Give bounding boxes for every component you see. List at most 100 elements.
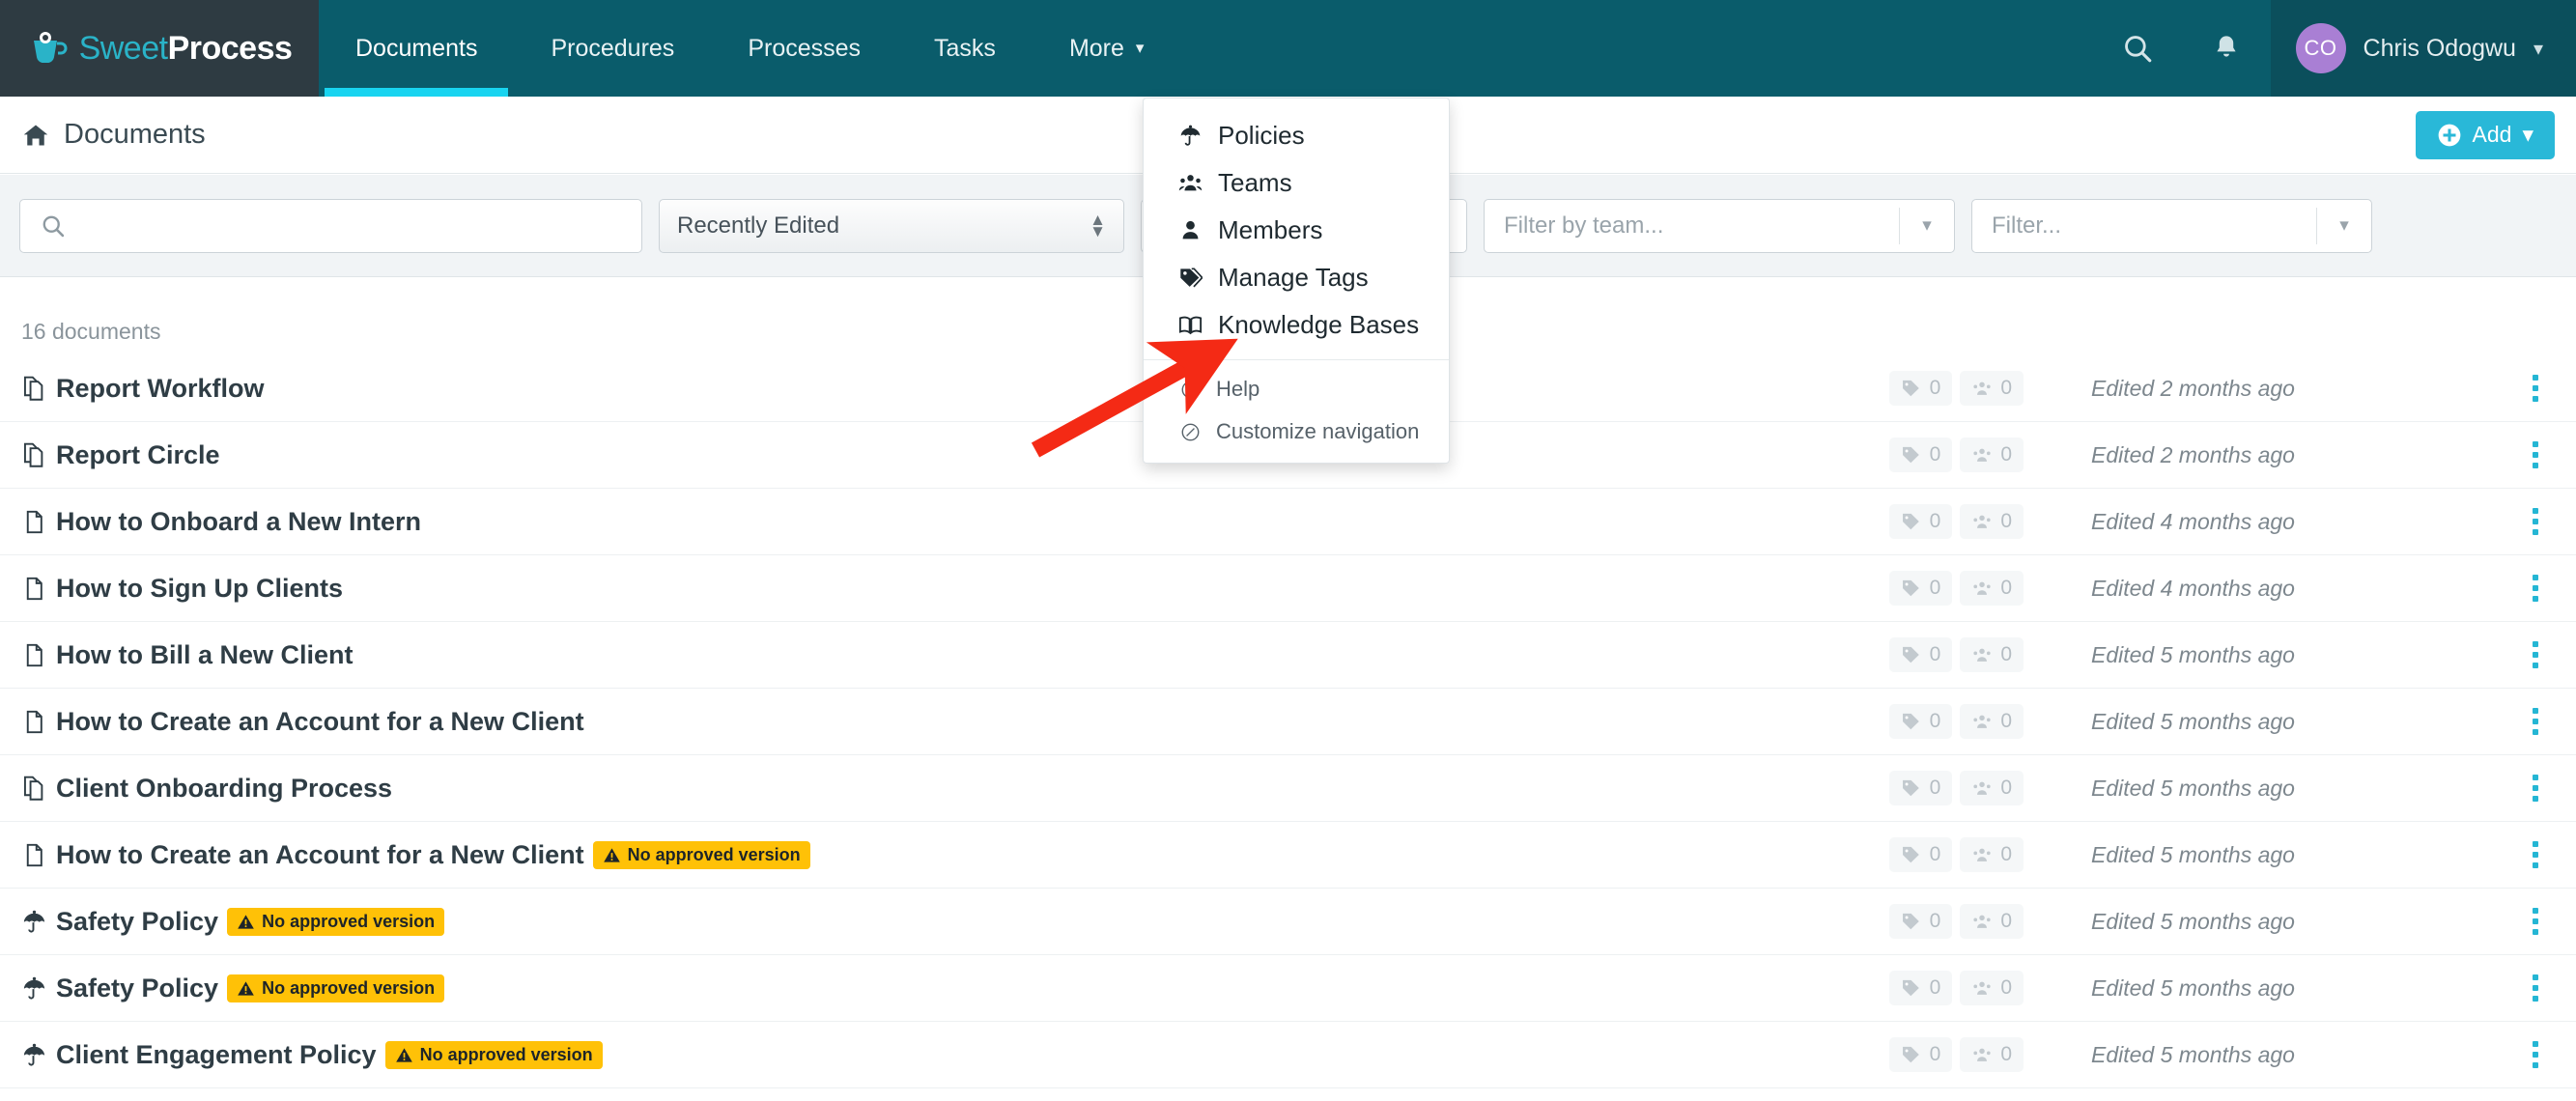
menu-item-policies[interactable]: Policies [1144, 112, 1449, 159]
policy-umbrella-icon [23, 910, 45, 933]
team-count-chip: 0 [1960, 971, 2024, 1005]
nav-tab-tasks[interactable]: Tasks [897, 0, 1033, 97]
team-count-value: 0 [2000, 510, 2012, 532]
row-actions-menu-icon[interactable] [2516, 841, 2555, 868]
document-title-group[interactable]: How to Sign Up Clients [21, 574, 343, 604]
user-menu[interactable]: CO Chris Odogwu ▾ [2270, 0, 2576, 97]
nav-tab-procedures[interactable]: Procedures [514, 0, 711, 97]
row-actions-menu-icon[interactable] [2516, 908, 2555, 935]
table-row[interactable]: Client Engagement Policy No approved vers… [0, 1022, 2576, 1088]
nav-label: More [1068, 34, 1124, 62]
row-meta-group: 0 0 Edited 4 months ago [1888, 571, 2555, 606]
document-icon [26, 577, 42, 600]
other-filter-select[interactable]: Filter... ▾ [1971, 198, 2372, 253]
chevron-down-icon: ▾ [2533, 38, 2543, 60]
menu-item-label: Customize navigation [1216, 419, 1420, 443]
status-badge-label: No approved version [262, 911, 436, 931]
document-title-group[interactable]: Report Workflow [21, 374, 265, 404]
menu-item-teams[interactable]: Teams [1144, 159, 1449, 207]
row-actions-menu-icon[interactable] [2516, 441, 2555, 468]
document-title-group[interactable]: How to Bill a New Client [21, 640, 354, 670]
menu-item-customize-navigation[interactable]: Customize navigation [1144, 410, 1449, 453]
menu-divider [1144, 359, 1449, 360]
search-input[interactable] [80, 199, 641, 252]
row-actions-menu-icon[interactable] [2516, 641, 2555, 668]
nav-tab-more[interactable]: More ▾ [1033, 0, 1181, 97]
search-field-wrapper[interactable] [19, 198, 642, 253]
row-actions-menu-icon[interactable] [2516, 575, 2555, 602]
table-row[interactable]: How to Create an Account for a New Clien… [0, 689, 2576, 755]
row-actions-menu-icon[interactable] [2516, 708, 2555, 735]
team-count-chip: 0 [1960, 571, 2024, 606]
menu-item-label: Policies [1218, 121, 1305, 150]
team-filter-select[interactable]: Filter by team... ▾ [1484, 198, 1955, 253]
table-row[interactable]: Safety Policy No approved version 0 0 Edited… [0, 889, 2576, 955]
table-row[interactable]: Client Onboarding Process 0 0 Edited 5 mont… [0, 755, 2576, 822]
table-row[interactable]: How to Create an Account for a New Clien… [0, 822, 2576, 889]
nav-tab-documents[interactable]: Documents [319, 0, 514, 97]
question-circle-icon [1176, 380, 1203, 400]
process-copy-icon [23, 376, 43, 401]
open-book-icon [1176, 313, 1203, 337]
document-title-group[interactable]: Safety Policy No approved version [21, 974, 445, 1003]
edited-timestamp: Edited 5 months ago [2091, 974, 2295, 1001]
search-button[interactable] [2093, 0, 2182, 97]
open-book-icon [1178, 316, 1202, 335]
row-actions-menu-icon[interactable] [2516, 974, 2555, 1002]
document-title-group[interactable]: Client Engagement Policy No approved vers… [21, 1040, 603, 1070]
edited-timestamp: Edited 5 months ago [2091, 841, 2295, 867]
tag-count-value: 0 [1929, 443, 1941, 466]
document-title-group[interactable]: Safety Policy No approved version [21, 907, 445, 937]
edited-timestamp: Edited 5 months ago [2091, 775, 2295, 801]
add-button[interactable]: Add ▾ [2415, 110, 2555, 159]
plus-circle-icon [2438, 124, 2460, 146]
row-actions-menu-icon[interactable] [2516, 375, 2555, 402]
document-title-group[interactable]: How to Onboard a New Intern [21, 507, 421, 537]
menu-item-label: Knowledge Bases [1218, 310, 1420, 339]
document-title-group[interactable]: How to Create an Account for a New Clien… [21, 707, 584, 737]
table-row[interactable]: Safety Policy No approved version 0 0 Edited… [0, 955, 2576, 1022]
brand-logo-area[interactable]: SweetProcess [0, 0, 319, 97]
policy-umbrella-icon [23, 1043, 45, 1066]
chevron-down-icon: ▾ [1922, 215, 1932, 236]
tag-count-value: 0 [1929, 577, 1941, 599]
search-icon [2124, 36, 2151, 63]
row-meta-group: 0 0 Edited 5 months ago [1888, 771, 2555, 805]
row-actions-menu-icon[interactable] [2516, 1041, 2555, 1068]
sort-select[interactable]: Recently Edited ▲ ▼ [659, 198, 1124, 253]
team-count-icon [1973, 581, 1991, 595]
table-row[interactable]: How to Sign Up Clients 0 0 Edited 4 months … [0, 555, 2576, 622]
menu-item-members[interactable]: Members [1144, 207, 1449, 254]
tag-count-icon [1902, 913, 1919, 930]
status-badge: No approved version [384, 1040, 603, 1069]
avatar: CO [2295, 23, 2346, 73]
team-count-value: 0 [2000, 643, 2012, 665]
menu-item-knowledge-bases[interactable]: Knowledge Bases [1144, 301, 1449, 349]
team-count-value: 0 [2000, 1043, 2012, 1065]
nav-tab-processes[interactable]: Processes [711, 0, 897, 97]
table-row[interactable]: How to Onboard a New Intern 0 0 Edited 4 mo… [0, 489, 2576, 555]
document-title-group[interactable]: Client Onboarding Process [21, 774, 392, 804]
team-count-icon [1973, 515, 1991, 528]
document-title-group[interactable]: How to Create an Account for a New Clien… [21, 840, 810, 870]
breadcrumb[interactable]: Documents [21, 119, 206, 151]
nav-label: Documents [355, 34, 478, 62]
table-row[interactable]: How to Bill a New Client 0 0 Edited 5 month… [0, 622, 2576, 689]
process-copy-icon [23, 442, 43, 467]
menu-item-manage-tags[interactable]: Manage Tags [1144, 254, 1449, 301]
chevron-down-icon: ▾ [2339, 215, 2349, 236]
question-circle-icon [1181, 381, 1199, 398]
tag-count-icon [1902, 646, 1919, 663]
menu-item-label: Teams [1218, 168, 1292, 197]
nav-label: Procedures [551, 34, 675, 62]
document-title-group[interactable]: Report Circle [21, 440, 220, 470]
tag-count-icon [1902, 713, 1919, 730]
row-actions-menu-icon[interactable] [2516, 775, 2555, 802]
tag-count-icon [1902, 1046, 1919, 1063]
row-actions-menu-icon[interactable] [2516, 508, 2555, 535]
notifications-button[interactable] [2182, 0, 2271, 97]
policy-umbrella-icon [1180, 125, 1200, 146]
menu-item-help[interactable]: Help [1144, 368, 1449, 410]
team-count-value: 0 [2000, 710, 2012, 732]
team-count-icon [1973, 648, 1991, 662]
